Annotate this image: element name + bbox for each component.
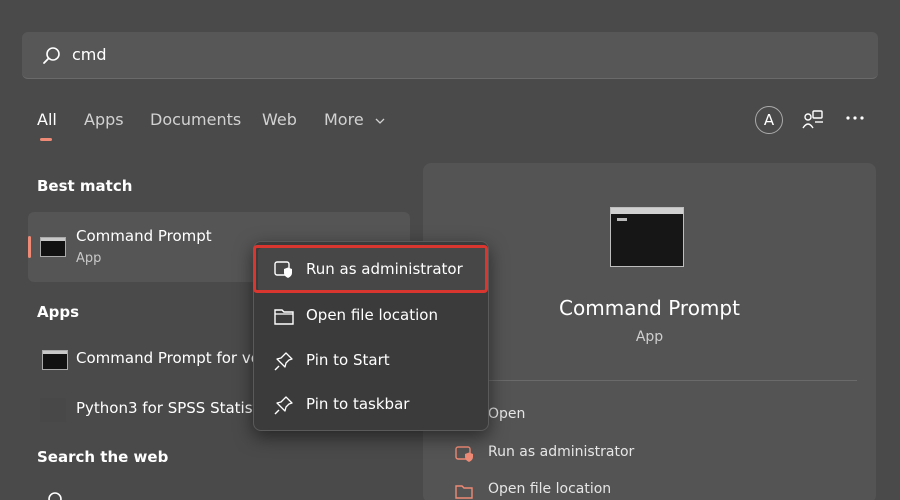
- best-match-heading: Best match: [37, 177, 133, 195]
- menu-item-label: Run as administrator: [306, 260, 463, 278]
- more-options-icon[interactable]: [843, 110, 867, 126]
- menu-item-open-file-location[interactable]: Open file location: [258, 294, 486, 338]
- details-action-label: Open: [488, 406, 526, 422]
- search-web-heading: Search the web: [37, 448, 169, 466]
- tab-web[interactable]: Web: [262, 110, 297, 129]
- chevron-down-icon: [375, 118, 385, 124]
- details-subtitle: App: [635, 329, 664, 345]
- command-prompt-large-icon: [610, 207, 684, 267]
- pin-icon: [274, 352, 293, 371]
- shield-icon: [455, 446, 473, 462]
- tab-documents[interactable]: Documents: [150, 110, 241, 129]
- menu-item-label: Pin to Start: [306, 351, 390, 369]
- menu-item-pin-to-start[interactable]: Pin to Start: [258, 339, 486, 383]
- selection-indicator: [28, 236, 31, 258]
- details-open-button[interactable]: Open: [455, 401, 855, 431]
- details-run-as-admin-button[interactable]: Run as administrator: [455, 439, 855, 469]
- best-match-title: Command Prompt: [76, 227, 212, 245]
- linked-accounts-icon[interactable]: [801, 108, 825, 132]
- account-avatar[interactable]: A: [755, 106, 783, 134]
- best-match-subtitle: App: [76, 251, 102, 266]
- shield-icon: [274, 261, 292, 278]
- menu-item-label: Pin to taskbar: [306, 395, 410, 413]
- tab-more-label: More: [324, 110, 364, 129]
- app-result-label: Python3 for SPSS Statisti: [76, 399, 263, 417]
- tab-all-label: All: [37, 110, 57, 129]
- command-prompt-icon: [40, 237, 66, 257]
- search-icon: [48, 492, 62, 500]
- details-title: Command Prompt: [559, 296, 740, 320]
- details-open-file-location-button[interactable]: Open file location: [455, 476, 855, 500]
- menu-item-label: Open file location: [306, 306, 438, 324]
- context-menu: Run as administrator Open file location …: [253, 241, 489, 431]
- pin-icon: [274, 396, 293, 415]
- python-app-icon: [40, 398, 66, 422]
- search-input[interactable]: cmd: [72, 45, 107, 64]
- folder-icon: [274, 309, 294, 325]
- details-action-label: Run as administrator: [488, 444, 635, 460]
- details-panel: Command Prompt App Open Run as administr…: [423, 163, 876, 500]
- tab-all[interactable]: All: [37, 110, 57, 141]
- menu-item-run-as-administrator[interactable]: Run as administrator: [258, 248, 486, 292]
- folder-icon: [455, 485, 473, 499]
- tab-more[interactable]: More: [324, 110, 385, 129]
- apps-heading: Apps: [37, 303, 80, 321]
- search-bar[interactable]: cmd: [22, 32, 878, 79]
- command-prompt-icon: [42, 350, 68, 370]
- app-result-label: Command Prompt for vo: [76, 349, 260, 367]
- search-icon: [43, 47, 60, 64]
- details-action-label: Open file location: [488, 481, 612, 497]
- menu-item-pin-to-taskbar[interactable]: Pin to taskbar: [258, 383, 486, 427]
- tab-active-indicator: [40, 138, 52, 141]
- tab-apps[interactable]: Apps: [84, 110, 124, 129]
- divider: [455, 380, 857, 381]
